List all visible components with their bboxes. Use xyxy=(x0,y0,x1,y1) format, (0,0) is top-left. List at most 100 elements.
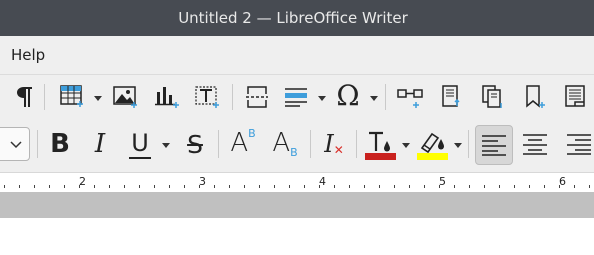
align-right-button[interactable] xyxy=(562,127,594,161)
toolbar-separator xyxy=(468,130,469,158)
insert-special-character-button[interactable]: Ω xyxy=(332,80,364,112)
ruler-tick xyxy=(499,185,500,188)
ruler-tick xyxy=(259,185,260,188)
superscript-button[interactable]: A B xyxy=(226,125,260,161)
highlight-color-dropdown-arrow[interactable] xyxy=(454,143,462,148)
special-character-dropdown-arrow[interactable] xyxy=(370,96,378,101)
clear-formatting-label: I xyxy=(324,130,334,158)
ruler-tick xyxy=(514,185,515,188)
insert-hyperlink-icon xyxy=(397,89,423,108)
ruler-tick xyxy=(364,185,365,188)
italic-button[interactable]: I xyxy=(86,127,114,161)
insert-footnote-icon xyxy=(442,85,460,107)
insert-endnote-button[interactable] xyxy=(478,83,508,111)
insert-hyperlink-button[interactable] xyxy=(394,83,426,111)
align-left-icon xyxy=(482,135,506,156)
horizontal-ruler[interactable]: 2 3 4 5 6 xyxy=(0,172,594,193)
subscript-button[interactable]: A B xyxy=(268,125,302,161)
ruler-tick xyxy=(214,185,215,188)
italic-label: I xyxy=(94,129,106,159)
subscript-label: A xyxy=(272,128,291,158)
insert-image-button[interactable] xyxy=(110,83,140,111)
special-character-icon: Ω xyxy=(336,79,360,112)
insert-page-break-icon xyxy=(246,86,268,108)
insert-cross-reference-button[interactable] xyxy=(560,83,590,111)
ruler-tick xyxy=(304,185,305,188)
align-center-button[interactable] xyxy=(518,127,552,161)
clear-formatting-button[interactable]: I ✕ xyxy=(318,127,350,161)
insert-chart-button[interactable] xyxy=(152,83,182,111)
underline-bar xyxy=(129,156,151,159)
insert-footnote-button[interactable] xyxy=(436,83,466,111)
formatting-marks-button[interactable] xyxy=(12,83,38,111)
ruler-tick xyxy=(439,185,440,188)
toolbar-separator xyxy=(37,130,38,158)
ruler-tick xyxy=(394,185,395,188)
bold-button[interactable]: B xyxy=(44,127,76,161)
clear-x-icon: ✕ xyxy=(333,143,344,157)
ruler-tick xyxy=(34,185,35,188)
insert-field-button[interactable] xyxy=(281,83,311,111)
underline-dropdown-arrow[interactable] xyxy=(162,143,170,148)
superscript-label: A xyxy=(230,128,249,158)
toolbar-separator xyxy=(385,84,386,110)
ruler-tick xyxy=(319,185,320,188)
highlight-color-button[interactable] xyxy=(414,126,450,162)
ruler-tick xyxy=(274,185,275,188)
insert-cross-reference-icon xyxy=(565,85,585,107)
insert-bookmark-icon xyxy=(526,85,545,108)
insert-image-icon xyxy=(113,86,137,108)
ruler-tick xyxy=(589,185,590,188)
ruler-tick xyxy=(154,185,155,188)
insert-endnote-icon xyxy=(482,85,502,108)
ruler-tick xyxy=(484,185,485,188)
strikethrough-label: S xyxy=(187,129,203,159)
toolbar-separator xyxy=(310,130,311,158)
toolbar-separator xyxy=(44,84,45,110)
ruler-tick xyxy=(199,185,200,188)
font-color-button[interactable] xyxy=(362,126,398,162)
insert-chart-icon xyxy=(155,87,179,108)
ruler-tick xyxy=(94,185,95,188)
underline-button[interactable]: U xyxy=(124,127,156,161)
insert-textbox-button[interactable] xyxy=(192,83,222,111)
align-left-button[interactable] xyxy=(475,125,513,165)
superscript-mark: B xyxy=(248,127,256,140)
insert-bookmark-button[interactable] xyxy=(520,83,550,111)
insert-page-break-button[interactable] xyxy=(242,83,272,111)
subscript-mark: B xyxy=(290,146,298,159)
formatting-marks-icon xyxy=(17,87,32,107)
toolbar-separator xyxy=(356,130,357,158)
menu-bar: Help xyxy=(0,36,594,75)
align-right-icon xyxy=(567,134,591,155)
paragraph-style-combo[interactable] xyxy=(0,127,30,161)
document-page[interactable] xyxy=(0,218,594,255)
window-titlebar: Untitled 2 — LibreOffice Writer xyxy=(0,0,594,36)
font-color-dropdown-arrow[interactable] xyxy=(402,143,410,148)
ruler-tick xyxy=(559,185,560,188)
window-title: Untitled 2 — LibreOffice Writer xyxy=(178,9,408,27)
ruler-tick xyxy=(49,185,50,188)
toolbar-separator xyxy=(232,84,233,110)
chevron-down-icon xyxy=(10,141,22,149)
ruler-number: 2 xyxy=(79,175,86,188)
ruler-tick xyxy=(334,185,335,188)
insert-table-dropdown-arrow[interactable] xyxy=(94,96,102,101)
ruler-tick xyxy=(454,185,455,188)
ruler-tick xyxy=(469,185,470,188)
toolbar-separator xyxy=(218,130,219,158)
strikethrough-button[interactable]: S xyxy=(180,127,210,161)
ruler-tick xyxy=(244,185,245,188)
ruler-tick xyxy=(349,185,350,188)
ruler-tick xyxy=(379,185,380,188)
insert-textbox-icon xyxy=(195,86,219,108)
insert-field-dropdown-arrow[interactable] xyxy=(318,96,326,101)
ruler-tick xyxy=(184,185,185,188)
font-color-icon xyxy=(365,131,396,160)
insert-table-button[interactable] xyxy=(56,83,86,111)
menu-help[interactable]: Help xyxy=(11,46,45,64)
ruler-tick xyxy=(139,185,140,188)
ruler-tick xyxy=(229,185,230,188)
ruler-tick xyxy=(574,185,575,188)
highlighter-icon xyxy=(417,132,448,160)
